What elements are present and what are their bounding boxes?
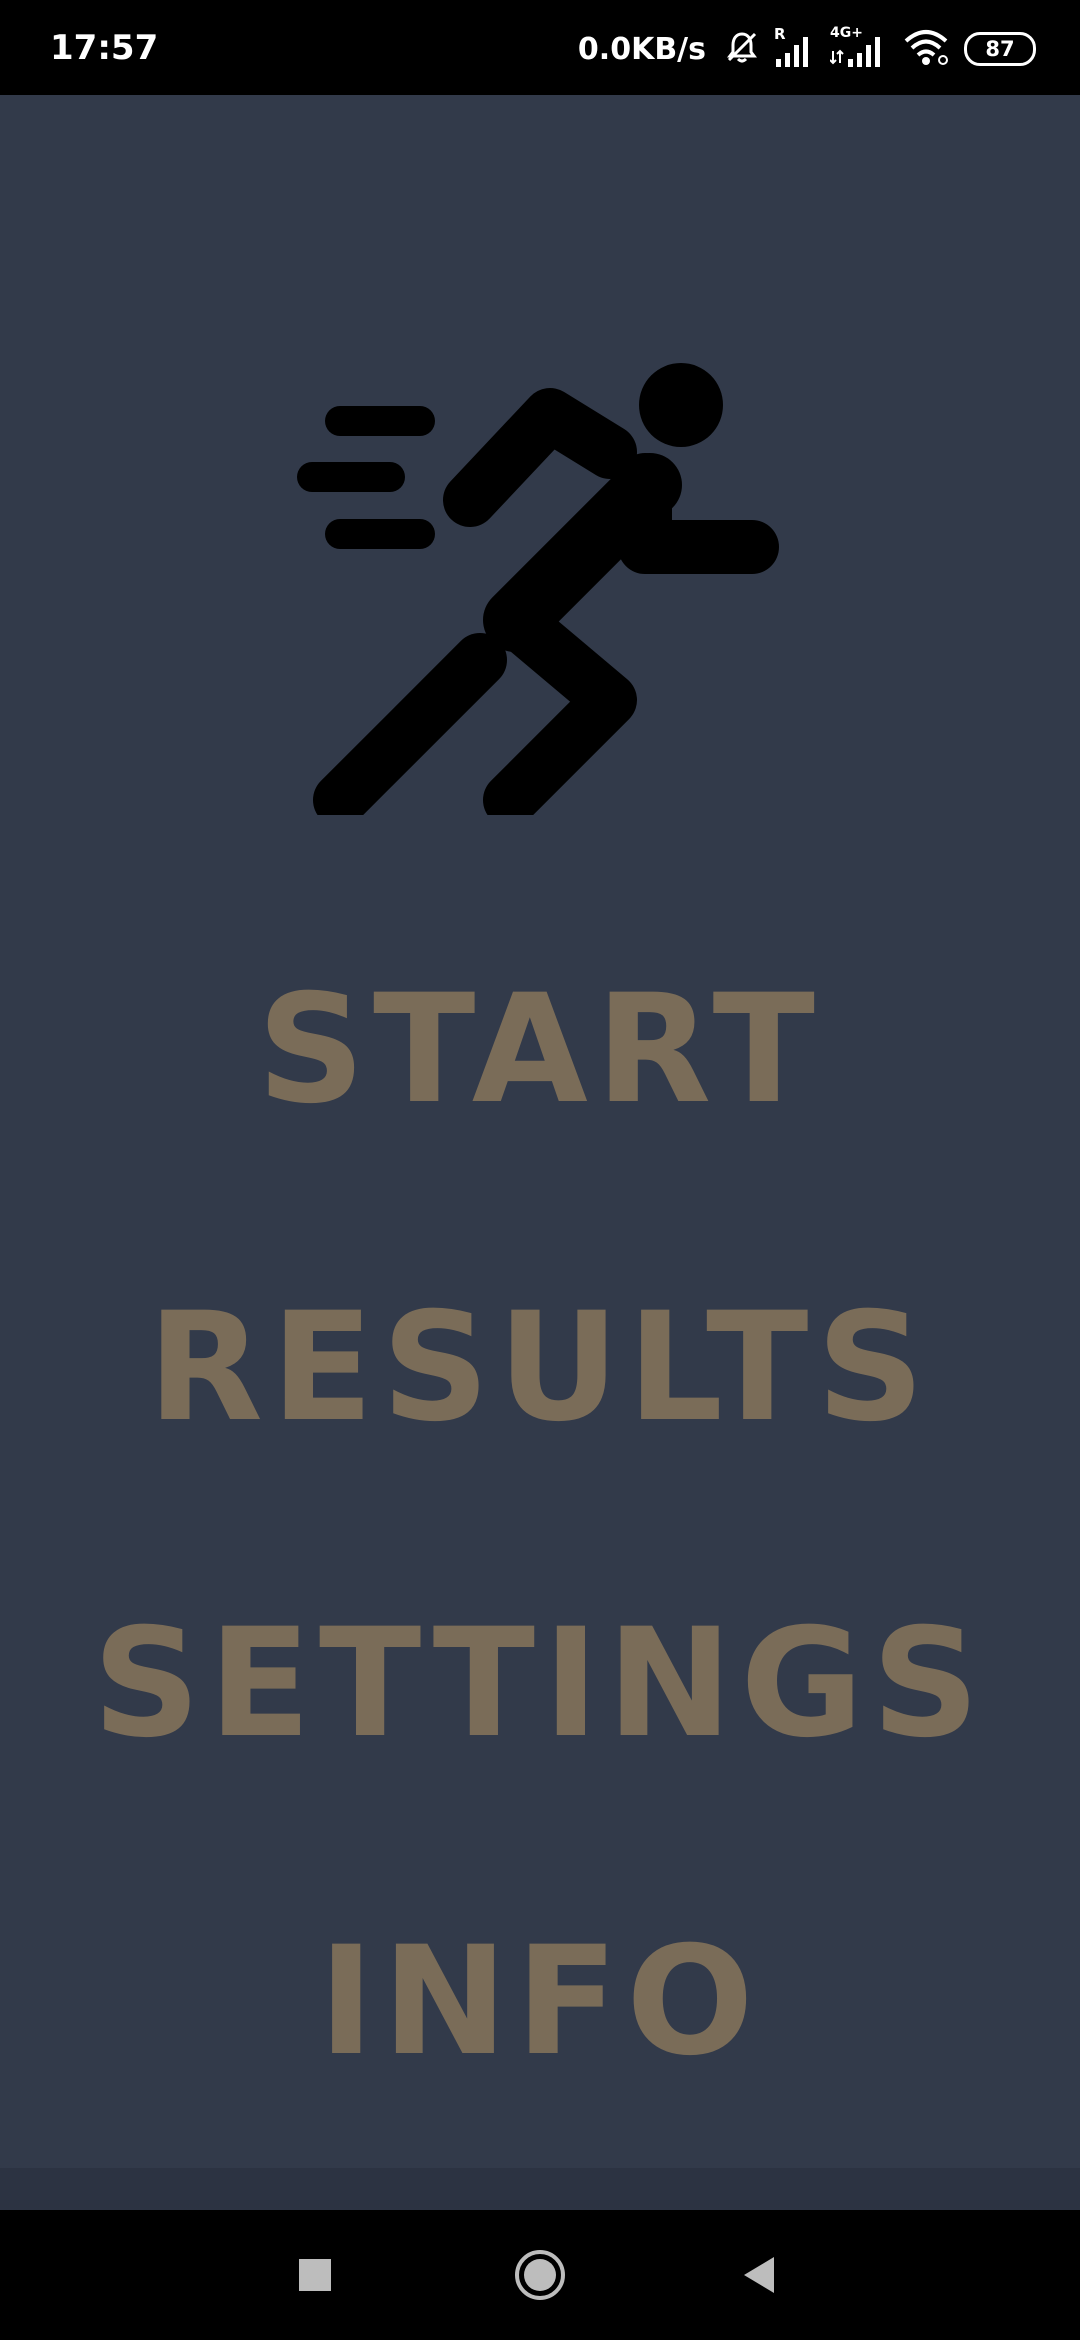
status-icons: 0.0KB/s R 4G+ 87 bbox=[577, 25, 1036, 72]
network-speed: 0.0KB/s bbox=[577, 31, 706, 67]
home-circle-icon bbox=[515, 2250, 565, 2300]
recents-square-icon bbox=[299, 2259, 331, 2291]
back-triangle-icon bbox=[744, 2257, 774, 2293]
start-button[interactable]: START bbox=[0, 955, 1080, 1145]
running-man-icon bbox=[297, 363, 779, 815]
battery-icon: 87 bbox=[964, 32, 1036, 66]
wifi-icon bbox=[902, 27, 950, 71]
signal-4g-icon: 4G+ bbox=[830, 25, 888, 69]
navigation-bar bbox=[0, 2210, 1080, 2340]
recents-button[interactable] bbox=[275, 2235, 355, 2315]
signal-roaming-icon: R bbox=[774, 25, 816, 69]
back-button[interactable] bbox=[720, 2235, 800, 2315]
results-button[interactable]: RESULTS bbox=[0, 1273, 1080, 1463]
bottom-divider bbox=[0, 2168, 1080, 2210]
status-bar: 17:57 0.0KB/s R 4G+ 87 bbox=[0, 0, 1080, 95]
battery-level: 87 bbox=[985, 37, 1015, 61]
status-time: 17:57 bbox=[50, 28, 159, 68]
settings-button[interactable]: SETTINGS bbox=[0, 1589, 1080, 1779]
info-button[interactable]: INFO bbox=[0, 1907, 1080, 2097]
home-button[interactable] bbox=[500, 2235, 580, 2315]
main-menu-screen: START RESULTS SETTINGS INFO bbox=[0, 95, 1080, 2168]
bell-muted-icon bbox=[724, 29, 760, 69]
